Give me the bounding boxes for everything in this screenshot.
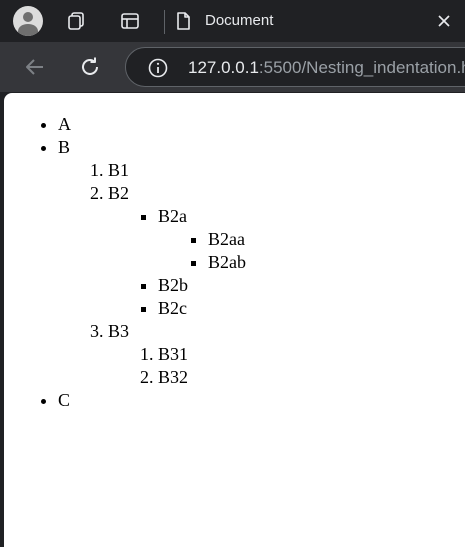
list-item-b3: B3 B31 B32 [108,320,246,389]
list-item-c: C [58,389,246,412]
list-item-label: C [58,390,71,410]
url-path: :5500/Nesting_indentation.h [258,58,465,77]
browser-window: Document 127.0.0.1:5500/Nesting_indentat… [0,0,465,547]
ordered-list-b: B1 B2 B2a B2aa B2ab B2b B2c [58,159,246,389]
url-text[interactable]: 127.0.0.1:5500/Nesting_indentation.h [188,58,465,78]
list-item-b2aa: B2aa [208,228,246,251]
list-item-label: B31 [158,344,189,364]
workspaces-icon[interactable] [66,11,86,31]
list-item-label: B [58,137,71,157]
list-item-b2: B2 B2a B2aa B2ab B2b B2c [108,182,246,320]
list-item-b2c: B2c [158,297,246,320]
list-item-label: B2b [158,275,189,295]
reload-icon[interactable] [79,56,101,78]
list-item-label: B2ab [208,252,246,272]
list-item-label: B2 [108,183,130,203]
list-item-b2a: B2a B2aa B2ab [158,205,246,274]
tab-separator [164,10,165,34]
close-tab-icon[interactable] [434,11,454,31]
page-viewport: A B B1 B2 B2a B2aa B2ab [4,93,465,547]
ordered-list-b3: B31 B32 [108,343,246,389]
list-item-b32: B32 [158,366,246,389]
list-item-b2b: B2b [158,274,246,297]
vertical-tabs-icon[interactable] [120,11,140,31]
square-list-b2: B2a B2aa B2ab B2b B2c [108,205,246,320]
list-item-label: B2aa [208,229,245,249]
address-bar[interactable]: 127.0.0.1:5500/Nesting_indentation.h [125,47,465,87]
list-item-label: B3 [108,321,130,341]
list-item-b: B B1 B2 B2a B2aa B2ab B [58,136,246,389]
list-item-label: B2a [158,206,187,226]
profile-avatar-icon[interactable] [13,6,43,36]
list-item-b1: B1 [108,159,246,182]
square-list-b2a: B2aa B2ab [158,228,246,274]
back-arrow-icon[interactable] [24,56,46,78]
tab-title: Document [205,12,274,29]
tab-strip: Document [0,0,465,42]
document-icon [173,11,193,31]
list-item-label: B2c [158,298,187,318]
list-item-label: A [58,114,71,134]
list-item-a: A [58,113,246,136]
browser-toolbar: 127.0.0.1:5500/Nesting_indentation.h [0,42,465,92]
list-item-label: B32 [158,367,189,387]
outer-list: A B B1 B2 B2a B2aa B2ab [8,113,246,412]
page-content: A B B1 B2 B2a B2aa B2ab [8,101,246,412]
list-item-label: B1 [108,160,130,180]
site-info-icon[interactable] [147,57,169,79]
url-host: 127.0.0.1 [188,58,259,77]
list-item-b2ab: B2ab [208,251,246,274]
list-item-b31: B31 [158,343,246,366]
